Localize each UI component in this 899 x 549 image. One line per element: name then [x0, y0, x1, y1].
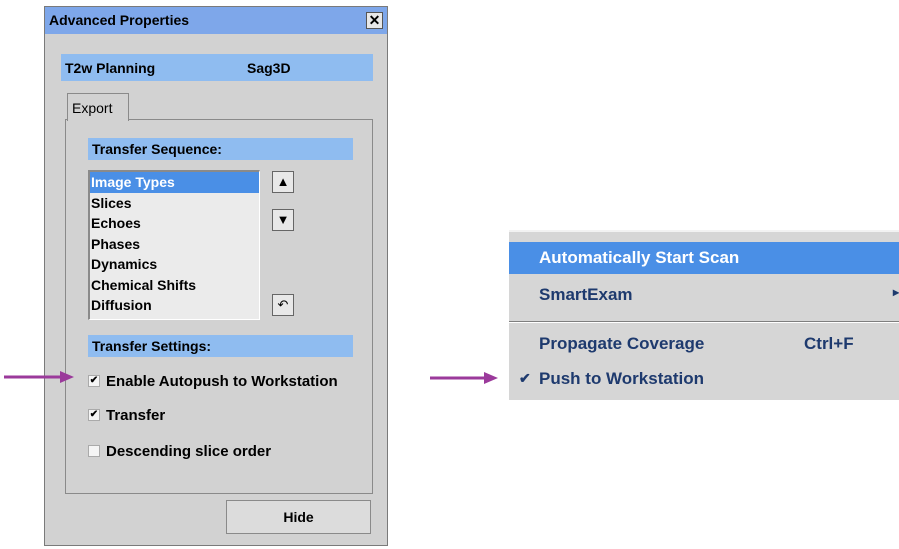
list-item-diffusion[interactable]: Diffusion: [90, 295, 259, 316]
menu-item-label: SmartExam: [539, 285, 633, 304]
advanced-properties-dialog: Advanced Properties ✕ T2w Planning Sag3D…: [44, 6, 388, 546]
list-item-dynamics[interactable]: Dynamics: [90, 254, 259, 275]
descending-slice-order-option[interactable]: Descending slice order: [88, 441, 271, 461]
list-item-chemical-shifts[interactable]: Chemical Shifts: [90, 275, 259, 296]
arrow-right-icon: [4, 371, 74, 383]
transfer-option[interactable]: ✔ Transfer: [88, 405, 165, 425]
menu-item-smartexam[interactable]: SmartExam ▸: [509, 279, 899, 311]
menu-item-label: Automatically Start Scan: [539, 248, 740, 267]
menu-item-label: Propagate Coverage: [539, 334, 705, 353]
protocol-orientation: Sag3D: [247, 60, 291, 76]
menu-item-label: Push to Workstation: [539, 369, 704, 388]
hide-button[interactable]: Hide: [226, 500, 371, 534]
menu-top-border: [509, 230, 899, 232]
transfer-sequence-heading: Transfer Sequence:: [88, 138, 353, 160]
transfer-settings-heading: Transfer Settings:: [88, 335, 353, 357]
menu-item-shortcut: Ctrl+F: [804, 334, 854, 353]
tab-export[interactable]: Export: [67, 93, 129, 121]
enable-autopush-checkbox[interactable]: ✔: [88, 375, 100, 387]
transfer-checkbox[interactable]: ✔: [88, 409, 100, 421]
menu-separator-highlight: [509, 322, 899, 323]
arrow-right-icon: [430, 372, 498, 384]
list-item-echoes[interactable]: Echoes: [90, 213, 259, 234]
list-item-image-types[interactable]: Image Types: [90, 172, 259, 193]
list-item-phases[interactable]: Phases: [90, 234, 259, 255]
list-item-slices[interactable]: Slices: [90, 193, 259, 214]
protocol-name: T2w Planning: [65, 60, 156, 76]
menu-item-propagate-coverage[interactable]: Propagate Coverage Ctrl+F: [509, 328, 899, 360]
submenu-arrow-icon: ▸: [892, 285, 899, 299]
move-down-icon[interactable]: ▼: [272, 209, 294, 231]
descending-slice-order-label: Descending slice order: [106, 442, 272, 460]
protocol-header: T2w Planning Sag3D: [61, 54, 373, 81]
enable-autopush-label: Enable Autopush to Workstation: [106, 372, 338, 390]
move-up-icon[interactable]: ▲: [272, 171, 294, 193]
checkmark-icon: ✔: [519, 370, 531, 386]
dialog-title: Advanced Properties: [49, 12, 190, 28]
transfer-label: Transfer: [106, 406, 166, 424]
descending-slice-order-checkbox[interactable]: [88, 445, 100, 457]
context-menu: Automatically Start Scan SmartExam ▸ Pro…: [509, 230, 899, 400]
dialog-title-bar: Advanced Properties ✕: [45, 7, 387, 34]
close-icon[interactable]: ✕: [366, 12, 383, 29]
transfer-sequence-list[interactable]: Image Types Slices Echoes Phases Dynamic…: [88, 170, 260, 320]
menu-item-push-to-workstation[interactable]: ✔ Push to Workstation: [509, 363, 899, 395]
menu-item-automatically-start-scan[interactable]: Automatically Start Scan: [509, 242, 899, 274]
reset-order-icon[interactable]: ↶: [272, 294, 294, 316]
enable-autopush-option[interactable]: ✔ Enable Autopush to Workstation: [88, 371, 338, 391]
